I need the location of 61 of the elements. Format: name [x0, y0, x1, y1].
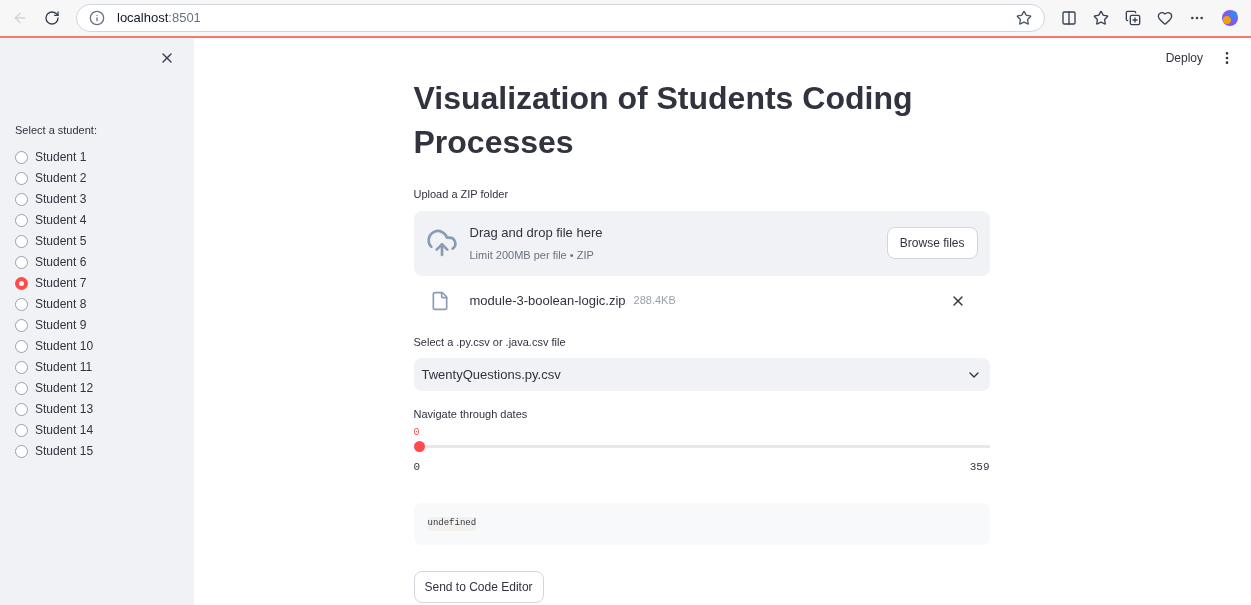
heart-icon[interactable] — [1157, 10, 1173, 26]
radio-option[interactable]: Student 14 — [15, 419, 179, 441]
upload-icon — [425, 227, 458, 259]
split-screen-icon[interactable] — [1061, 10, 1077, 26]
browse-files-button[interactable]: Browse files — [886, 227, 978, 259]
radio-option[interactable]: Student 8 — [15, 293, 179, 315]
radio-button[interactable] — [15, 360, 28, 374]
address-bar[interactable]: localhost:8501 — [76, 4, 1045, 32]
radio-option[interactable]: Student 10 — [15, 335, 179, 357]
limit-text: Limit 200MB per file • ZIP — [469, 247, 595, 263]
radio-option[interactable]: Student 13 — [15, 398, 179, 420]
radio-option[interactable]: Student 1 — [15, 146, 179, 168]
slider-value: 0 — [413, 425, 420, 440]
slider-thumb[interactable] — [413, 440, 425, 452]
deploy-button[interactable]: Deploy — [1165, 49, 1203, 67]
radio-button[interactable] — [15, 276, 28, 290]
file-name: module-3-boolean-logic.zip — [469, 291, 626, 310]
reload-icon[interactable] — [44, 10, 60, 26]
radio-option[interactable]: Student 4 — [15, 209, 179, 231]
favorite-icon[interactable] — [1016, 10, 1032, 26]
radio-option[interactable]: Student 12 — [15, 377, 179, 399]
page-title: Visualization of Students Coding Processes — [413, 79, 914, 162]
drop-text: Drag and drop file here — [469, 224, 604, 242]
radio-button[interactable] — [15, 234, 28, 248]
info-icon[interactable] — [89, 10, 105, 26]
slider-min: 0 — [413, 459, 421, 475]
radio-button[interactable] — [15, 192, 28, 206]
send-to-editor-button[interactable]: Send to Code Editor — [413, 571, 544, 603]
radio-group-label: Select a student: — [15, 123, 98, 138]
file-select[interactable]: TwentyQuestions.py.csv — [413, 358, 990, 391]
radio-option[interactable]: Student 3 — [15, 188, 179, 210]
slider-max: 359 — [969, 459, 990, 475]
select-label: Select a .py.csv or .java.csv file — [413, 334, 567, 350]
radio-option[interactable]: Student 11 — [15, 356, 179, 378]
slider-label: Navigate through dates — [413, 407, 529, 422]
favorites-icon[interactable] — [1093, 10, 1109, 26]
radio-option[interactable]: Student 9 — [15, 314, 179, 336]
radio-option[interactable]: Student 2 — [15, 167, 179, 189]
radio-button[interactable] — [15, 423, 28, 437]
radio-button[interactable] — [15, 150, 28, 164]
radio-button[interactable] — [15, 318, 28, 332]
radio-option[interactable]: Student 6 — [15, 251, 179, 273]
file-dropzone[interactable]: Drag and drop file here Limit 200MB per file • ZIP Browse files — [413, 210, 990, 276]
radio-button[interactable] — [15, 381, 28, 395]
radio-button[interactable] — [15, 339, 28, 353]
collections-icon[interactable] — [1125, 10, 1141, 26]
radio-button[interactable] — [15, 171, 28, 185]
url-text: localhost:8501 — [117, 9, 202, 28]
code-block: undefined — [413, 503, 990, 545]
radio-button[interactable] — [15, 213, 28, 227]
uploader-label: Upload a ZIP folder — [413, 187, 510, 202]
copilot-icon[interactable] — [1221, 9, 1239, 27]
radio-option[interactable]: Student 5 — [15, 230, 179, 252]
back-icon[interactable] — [12, 10, 28, 26]
radio-button[interactable] — [15, 402, 28, 416]
radio-button[interactable] — [15, 444, 28, 458]
radio-button[interactable] — [15, 255, 28, 269]
file-size: 288.4KB — [633, 293, 677, 309]
radio-option[interactable]: Student 15 — [15, 440, 179, 462]
radio-button[interactable] — [15, 297, 28, 311]
radio-option[interactable]: Student 7 — [15, 272, 179, 294]
